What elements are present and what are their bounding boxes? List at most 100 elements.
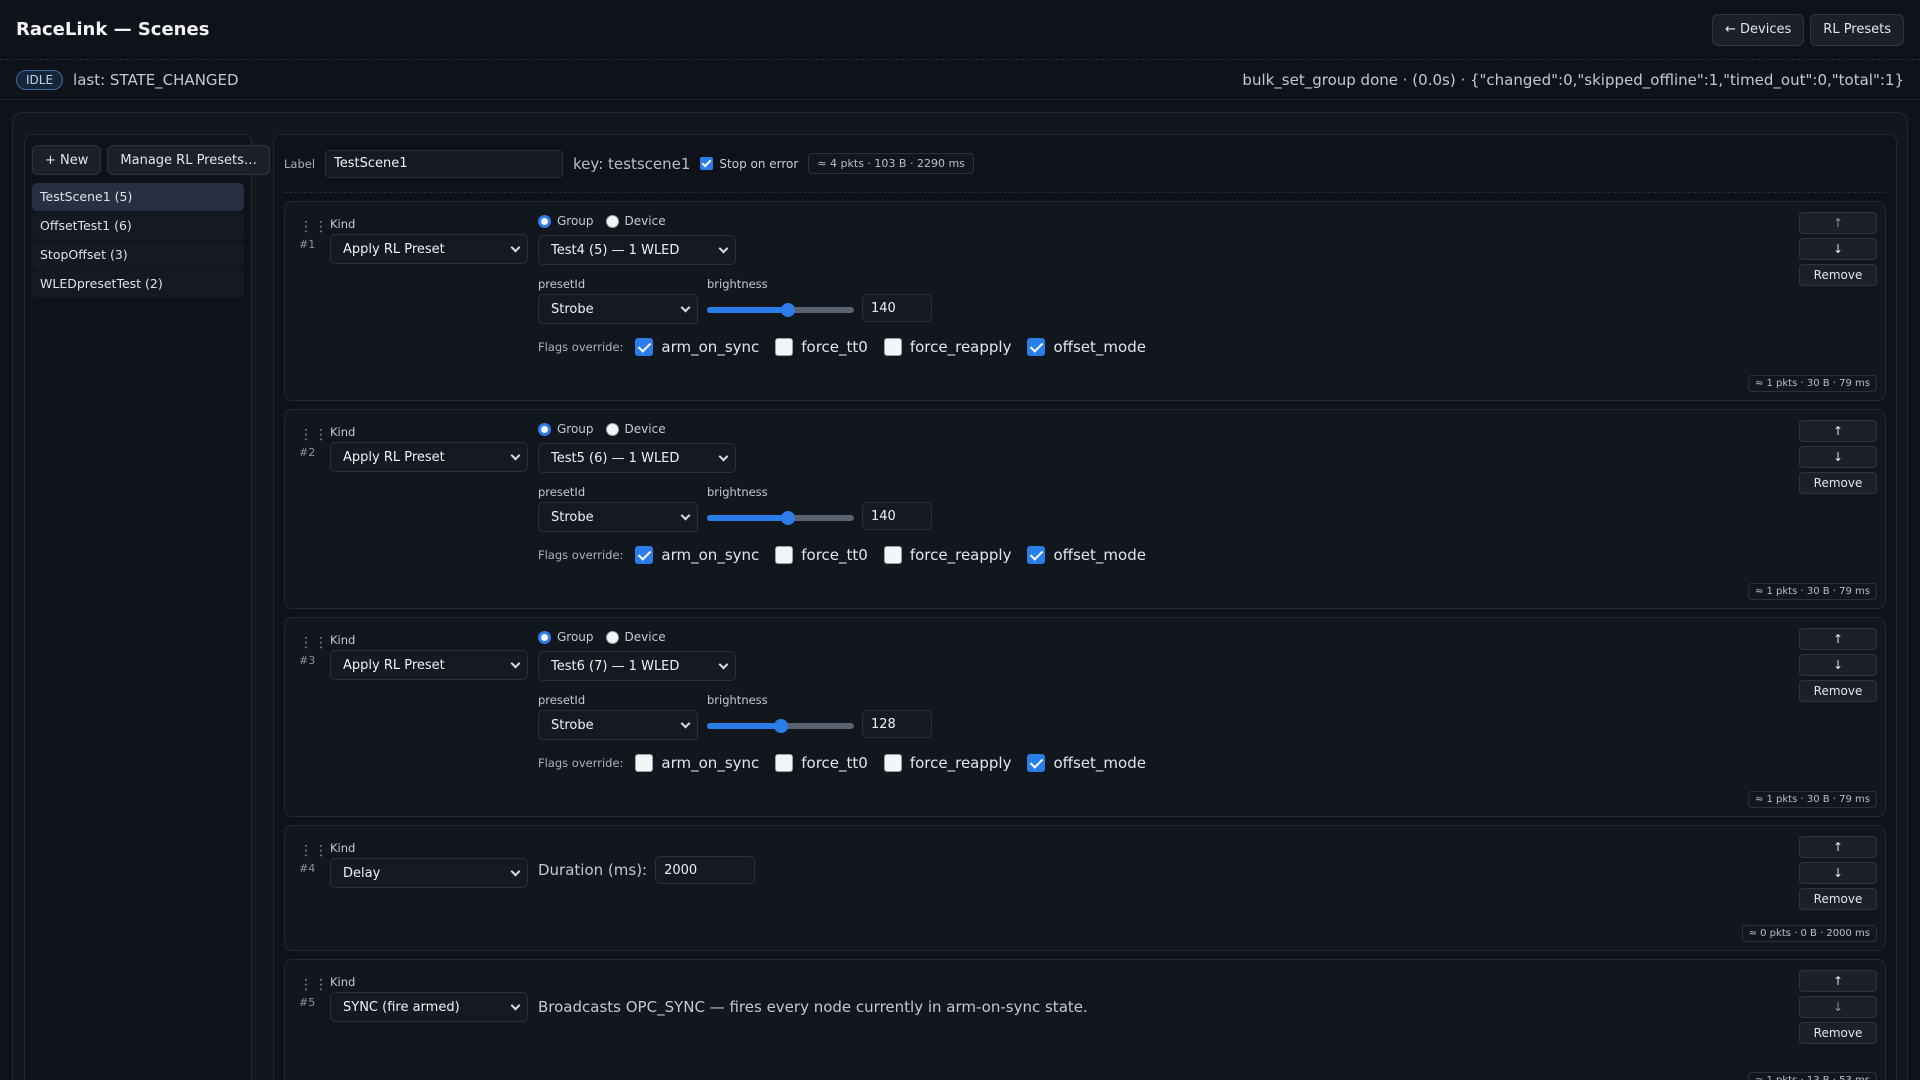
remove-step-button[interactable]: Remove (1799, 264, 1877, 286)
drag-handle-icon[interactable]: ⋮⋮ (299, 636, 329, 650)
drag-handle-icon[interactable]: ⋮⋮ (299, 978, 329, 992)
group-radio-option[interactable]: Group (538, 630, 594, 644)
target-select[interactable]: Test6 (7) — 1 WLED (538, 651, 736, 681)
kind-select[interactable]: Apply RL Preset (330, 234, 528, 264)
move-up-button[interactable]: ↑ (1799, 628, 1877, 650)
flag-checkbox[interactable] (1027, 338, 1046, 356)
flag-checkbox[interactable] (883, 754, 902, 772)
slider-knob[interactable] (780, 303, 795, 317)
scene-list-item[interactable]: StopOffset (3) (32, 241, 244, 269)
kind-caption: Kind (330, 217, 356, 231)
remove-step-button[interactable]: Remove (1799, 680, 1877, 702)
flag-checkbox[interactable] (775, 338, 794, 356)
preset-select[interactable]: Strobe (538, 710, 698, 740)
group-radio-option[interactable]: Group (538, 214, 594, 228)
flag-checkbox[interactable] (1027, 546, 1046, 564)
flag-force-reapply[interactable]: force_reapply (883, 754, 1011, 772)
manage-presets-button[interactable]: Manage RL Presets… (107, 145, 270, 175)
slider-knob[interactable] (773, 719, 788, 733)
device-radio[interactable] (605, 630, 619, 644)
flag-arm-on-sync[interactable]: arm_on_sync (635, 754, 759, 772)
kind-select[interactable]: Delay (330, 858, 528, 888)
remove-step-button[interactable]: Remove (1799, 1022, 1877, 1044)
flag-checkbox[interactable] (635, 754, 654, 772)
device-radio-option[interactable]: Device (605, 214, 666, 228)
move-up-button[interactable]: ↑ (1799, 420, 1877, 442)
move-up-button[interactable]: ↑ (1799, 970, 1877, 992)
flag-force-tt0[interactable]: force_tt0 (775, 338, 868, 356)
slider-fill (707, 723, 781, 729)
flag-offset-mode[interactable]: offset_mode (1027, 754, 1146, 772)
flag-arm-on-sync[interactable]: arm_on_sync (635, 338, 759, 356)
move-down-button[interactable]: ↓ (1799, 654, 1877, 676)
flag-arm-on-sync[interactable]: arm_on_sync (635, 546, 759, 564)
presetid-caption: presetId (538, 277, 586, 291)
flag-checkbox[interactable] (635, 546, 654, 564)
devices-nav-button[interactable]: ← Devices (1712, 13, 1805, 46)
remove-step-button[interactable]: Remove (1799, 472, 1877, 494)
flag-checkbox[interactable] (775, 754, 794, 772)
scene-list-item[interactable]: OffsetTest1 (6) (32, 212, 244, 240)
brightness-input[interactable] (862, 502, 932, 530)
group-radio-option[interactable]: Group (538, 422, 594, 436)
stop-on-error-toggle[interactable]: Stop on error (700, 157, 798, 171)
flag-checkbox[interactable] (775, 546, 794, 564)
preset-select[interactable]: Strobe (538, 502, 698, 532)
drag-handle-icon[interactable]: ⋮⋮ (299, 844, 329, 858)
scene-list-item[interactable]: TestScene1 (5) (32, 183, 244, 211)
flag-offset-mode[interactable]: offset_mode (1027, 546, 1146, 564)
group-radio[interactable] (538, 214, 551, 228)
kind-select-value: Apply RL Preset (343, 657, 445, 673)
group-radio[interactable] (538, 630, 551, 644)
target-select[interactable]: Test5 (6) — 1 WLED (538, 443, 736, 473)
flag-checkbox[interactable] (635, 338, 654, 356)
kind-select[interactable]: Apply RL Preset (330, 442, 528, 472)
slider-fill (707, 515, 788, 521)
brightness-input[interactable] (862, 710, 932, 738)
kind-select-value: SYNC (fire armed) (343, 999, 460, 1015)
move-down-button[interactable]: ↓ (1799, 996, 1877, 1018)
device-radio[interactable] (605, 214, 619, 228)
rl-presets-nav-button[interactable]: RL Presets (1810, 13, 1904, 46)
device-radio-label: Device (624, 422, 666, 436)
flag-offset-mode[interactable]: offset_mode (1027, 338, 1146, 356)
flag-force-reapply[interactable]: force_reapply (883, 338, 1011, 356)
target-select[interactable]: Test4 (5) — 1 WLED (538, 235, 736, 265)
slider-knob[interactable] (780, 511, 795, 525)
preset-select[interactable]: Strobe (538, 294, 698, 324)
brightness-input[interactable] (862, 294, 932, 322)
device-radio-option[interactable]: Device (605, 630, 666, 644)
brightness-slider[interactable] (707, 303, 854, 317)
move-up-button[interactable]: ↑ (1799, 836, 1877, 858)
new-scene-button[interactable]: + New (32, 145, 102, 175)
scene-label-input[interactable] (325, 149, 564, 178)
flag-checkbox[interactable] (1027, 754, 1046, 772)
device-radio[interactable] (605, 422, 619, 436)
move-up-button[interactable]: ↑ (1799, 212, 1877, 234)
flag-force-tt0[interactable]: force_tt0 (775, 754, 868, 772)
stop-on-error-checkbox[interactable] (700, 157, 714, 170)
group-radio[interactable] (538, 422, 551, 436)
presetid-caption: presetId (538, 485, 586, 499)
brightness-slider[interactable] (707, 719, 854, 733)
move-down-button[interactable]: ↓ (1799, 238, 1877, 260)
flag-force-tt0[interactable]: force_tt0 (775, 546, 868, 564)
move-down-button[interactable]: ↓ (1799, 446, 1877, 468)
brightness-slider[interactable] (707, 511, 854, 525)
scene-estimate-pill: ≈ 4 pkts · 103 B · 2290 ms (808, 153, 974, 174)
flag-checkbox[interactable] (883, 338, 902, 356)
scene-list-item[interactable]: WLEDpresetTest (2) (32, 270, 244, 298)
kind-select[interactable]: SYNC (fire armed) (330, 992, 528, 1022)
move-down-button[interactable]: ↓ (1799, 862, 1877, 884)
remove-step-button[interactable]: Remove (1799, 888, 1877, 910)
kind-select[interactable]: Apply RL Preset (330, 650, 528, 680)
drag-handle-icon[interactable]: ⋮⋮ (299, 220, 329, 234)
duration-input[interactable] (655, 856, 756, 884)
target-select-value: Test4 (5) — 1 WLED (551, 242, 680, 258)
device-radio-option[interactable]: Device (605, 422, 666, 436)
sync-description: Broadcasts OPC_SYNC — fires every node c… (538, 998, 1088, 1016)
top-bar: RaceLink — Scenes ← Devices RL Presets (0, 0, 1920, 60)
flag-checkbox[interactable] (883, 546, 902, 564)
drag-handle-icon[interactable]: ⋮⋮ (299, 428, 329, 442)
flag-force-reapply[interactable]: force_reapply (883, 546, 1011, 564)
